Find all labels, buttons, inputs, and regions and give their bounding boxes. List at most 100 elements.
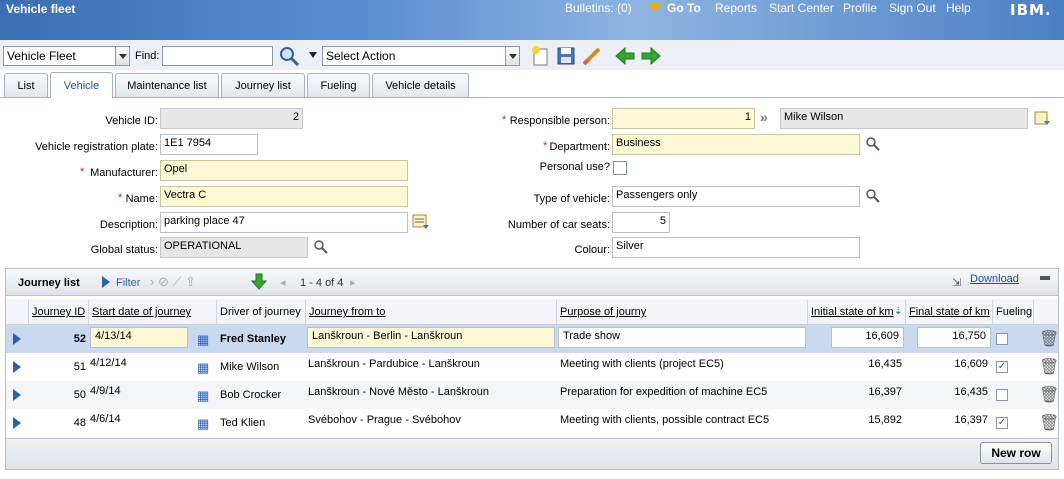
vehicle-id-field: 2 (160, 108, 303, 129)
description-field[interactable]: parking place 47 (160, 212, 408, 233)
app-select-dropdown-icon[interactable] (115, 46, 130, 66)
col-journey-id[interactable]: Journey ID (29, 300, 89, 324)
col-start-date[interactable]: Start date of journey (89, 300, 217, 324)
tab-journey-list[interactable]: Journey list (221, 73, 305, 97)
sign-out-link[interactable]: Sign Out (889, 1, 936, 15)
start-center-link[interactable]: Start Center (769, 1, 834, 15)
clear-changes-icon[interactable] (581, 45, 603, 67)
colour-field[interactable]: Silver (612, 237, 860, 258)
ibm-logo: IBM. (1010, 1, 1052, 19)
responsible-name-field: Mike Wilson (780, 108, 1028, 129)
goto-menu[interactable]: Go To (667, 1, 701, 15)
save-icon[interactable] (556, 45, 576, 67)
col-purpose[interactable]: Purpose of journy (557, 300, 807, 324)
delete-row-icon[interactable]: 🗑 (1039, 413, 1059, 433)
download-icon: ⇲ (952, 277, 962, 289)
col-separator (28, 300, 29, 324)
find-search-icon[interactable] (278, 45, 300, 67)
tab-vehicle-details[interactable]: Vehicle details (372, 73, 469, 97)
calendar-icon[interactable]: ▦ (197, 388, 209, 404)
new-row-button[interactable]: New row (980, 442, 1052, 464)
cell-purpose: Meeting with clients (project EC5) (560, 358, 724, 370)
grid-footer (6, 438, 1058, 469)
cell-route-input[interactable]: Lanškroun - Berlin - Lanškroun (307, 327, 555, 348)
action-select-dropdown-icon[interactable] (505, 46, 520, 66)
name-field[interactable]: Vectra C (160, 186, 408, 207)
filter-icon[interactable] (102, 276, 110, 288)
delete-row-icon[interactable]: 🗑 (1039, 329, 1059, 349)
detail-arrows-icon[interactable]: » (760, 109, 768, 125)
cell-initial-km: 16,435 (868, 358, 902, 370)
goto-arrow-icon (648, 4, 662, 12)
tab-vehicle[interactable]: Vehicle (50, 72, 113, 98)
profile-link[interactable]: Profile (843, 1, 877, 15)
fueling-checkbox[interactable] (996, 333, 1008, 345)
delete-row-icon[interactable]: 🗑 (1039, 357, 1059, 377)
calendar-icon[interactable]: ▦ (197, 332, 209, 348)
col-final-km[interactable]: Final state of km (906, 300, 992, 324)
cell-purpose-input[interactable]: Trade show (558, 327, 806, 348)
seats-field[interactable]: 5 (612, 212, 670, 233)
bulletins-link[interactable]: Bulletins: (0) (565, 1, 632, 15)
calendar-icon[interactable]: ▦ (197, 360, 209, 376)
row-details-icon[interactable] (13, 389, 21, 401)
responsible-id-field[interactable]: 1 (612, 108, 755, 129)
next-record-icon[interactable] (640, 45, 662, 67)
cell-start-date-input[interactable]: 4/13/14 (90, 327, 188, 348)
app-header: Vehicle fleet Bulletins: (0) Go To Repor… (0, 0, 1064, 40)
tab-fueling[interactable]: Fueling (307, 73, 370, 97)
minimize-icon[interactable] (1040, 276, 1050, 280)
cell-route: Svébohov - Prague - Svébohov (308, 414, 461, 426)
tab-maintenance-list[interactable]: Maintenance list (115, 73, 219, 97)
action-select[interactable]: Select Action (322, 46, 506, 66)
row-details-icon[interactable] (13, 333, 21, 345)
department-label: Department: (549, 141, 610, 153)
col-separator (1033, 300, 1034, 324)
status-lookup-icon[interactable] (313, 239, 329, 255)
cell-initial-km: 15,892 (868, 414, 902, 426)
action-caret-icon[interactable] (309, 52, 317, 58)
department-lookup-icon[interactable] (865, 136, 881, 152)
col-separator (905, 300, 906, 324)
cell-journey-id: 48 (73, 417, 86, 429)
vehicle-type-field[interactable]: Passengers only (612, 186, 860, 207)
fueling-checkbox[interactable]: ✓ (996, 417, 1008, 429)
fueling-checkbox[interactable]: ✓ (996, 361, 1008, 373)
reg-plate-field[interactable]: 1E1 7954 (160, 134, 258, 155)
cell-final-km-input[interactable]: 16,750 (917, 327, 991, 348)
col-separator (992, 300, 993, 324)
cell-driver: Mike Wilson (220, 361, 280, 373)
cell-start-date: 4/12/14 (90, 357, 127, 369)
row-details-icon[interactable] (13, 361, 21, 373)
cell-initial-km: 16,397 (868, 386, 902, 398)
new-record-icon[interactable] (531, 45, 551, 67)
cell-driver: Fred Stanley (220, 333, 287, 345)
app-select[interactable]: Vehicle Fleet (3, 46, 116, 66)
download-link[interactable]: Download (970, 273, 1019, 285)
row-details-icon[interactable] (13, 417, 21, 429)
vehicle-type-lookup-icon[interactable] (865, 188, 881, 204)
app-title: Vehicle fleet (6, 2, 76, 16)
reg-plate-label: Vehicle registration plate: (35, 141, 158, 153)
personal-use-checkbox[interactable] (613, 161, 627, 175)
reports-link[interactable]: Reports (715, 1, 757, 15)
select-person-icon[interactable] (1033, 109, 1051, 127)
manufacturer-field[interactable]: Opel (160, 160, 408, 181)
seats-label: Number of car seats: (507, 219, 610, 231)
filter-link[interactable]: Filter (116, 277, 140, 289)
download-arrow-icon[interactable] (250, 272, 268, 290)
delete-row-icon[interactable]: 🗑 (1039, 385, 1059, 405)
personal-use-label: Personal use? (539, 161, 610, 173)
find-input[interactable] (162, 46, 273, 66)
cell-initial-km-input[interactable]: 16,609 (831, 327, 904, 348)
department-field[interactable]: Business (612, 134, 860, 155)
previous-record-icon[interactable] (614, 45, 636, 67)
long-description-icon[interactable] (412, 213, 430, 231)
calendar-icon[interactable]: ▦ (197, 416, 209, 432)
tab-list[interactable]: List (4, 73, 48, 97)
help-link[interactable]: Help (946, 1, 971, 15)
fueling-checkbox[interactable] (996, 389, 1008, 401)
cell-start-date: 4/6/14 (90, 413, 121, 425)
col-route[interactable]: Journey from to (306, 300, 556, 324)
col-initial-km[interactable]: Initial state of km (808, 300, 904, 324)
